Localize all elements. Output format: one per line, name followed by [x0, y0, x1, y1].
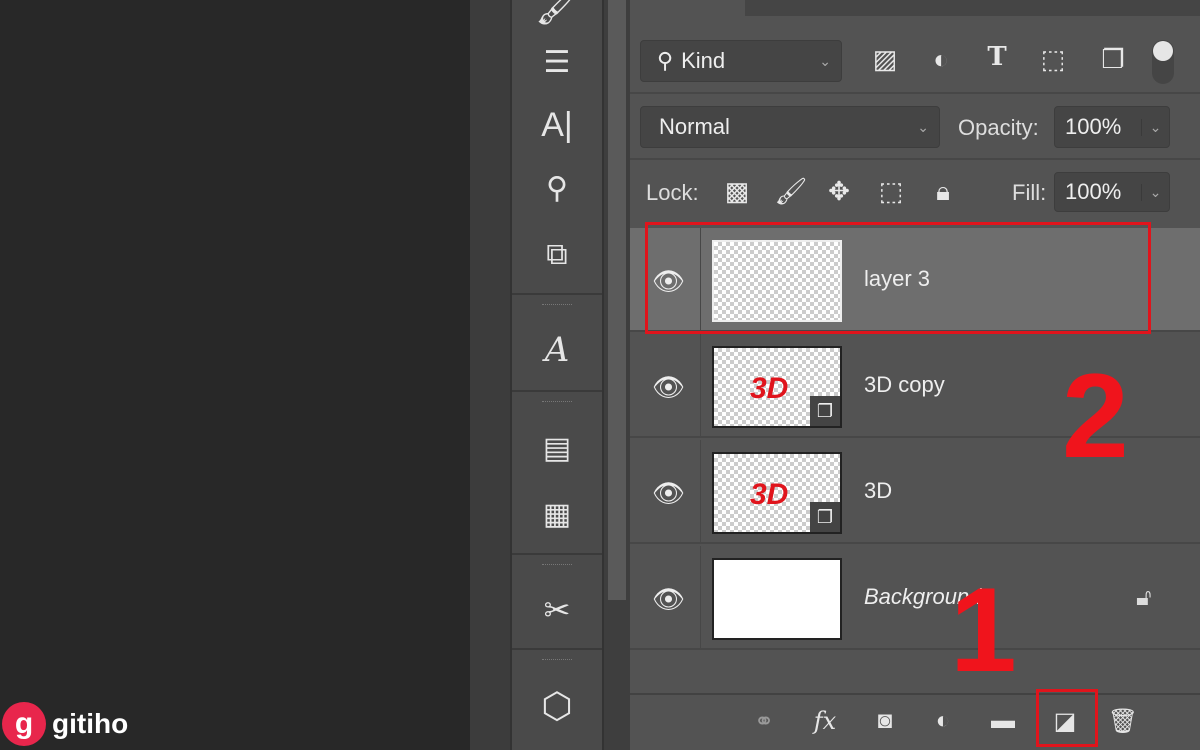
divider	[512, 293, 602, 295]
kind-filter-dropdown[interactable]: ⚲ Kind ⌄	[640, 40, 842, 82]
kind-label: Kind	[681, 48, 726, 73]
search-icon: ⚲	[657, 48, 674, 73]
scrollbar-thumb[interactable]	[608, 0, 626, 600]
character-panel-icon[interactable]: A|	[512, 95, 602, 155]
lock-transparent-pixels-icon[interactable]: ▩	[720, 176, 754, 207]
layer-thumbnail: 3D ❐	[712, 452, 842, 534]
layers-footer-toolbar: ⚭ fx ◙ ◐ ▬ ◪ 🗑︎	[630, 693, 1200, 750]
tool-presets-icon[interactable]: ✂	[512, 580, 602, 640]
layer-thumbnail: 3D ❐	[712, 346, 842, 428]
delete-layer-trash-icon[interactable]: 🗑︎	[1106, 707, 1140, 736]
fill-label: Fill:	[1012, 180, 1047, 205]
lock-position-move-icon[interactable]: ✥	[822, 176, 856, 207]
adjustment-layer-icon[interactable]: ◐	[926, 707, 960, 735]
divider	[512, 553, 602, 555]
shape-filter-icon[interactable]: ⬚	[1036, 44, 1070, 75]
document-canvas[interactable]	[0, 0, 470, 750]
smart-object-badge-icon: ❐	[810, 396, 840, 426]
smart-object-filter-icon[interactable]: ❐	[1096, 44, 1130, 75]
opacity-dropdown-chevron-icon[interactable]: ⌄	[1141, 118, 1169, 136]
divider	[630, 92, 1200, 94]
panel-tabs[interactable]	[745, 0, 1200, 16]
gitiho-logo: g gitiho	[2, 702, 128, 746]
notes-icon[interactable]: ▦	[512, 484, 602, 544]
lock-artboard-icon[interactable]: ⬚	[874, 176, 908, 207]
thumbnail-text: 3D	[750, 372, 789, 405]
thumbnail-text: 3D	[750, 478, 789, 511]
blend-mode-value: Normal	[659, 114, 730, 139]
lock-image-pixels-brush-icon[interactable]: 🖌	[774, 176, 808, 207]
opacity-field[interactable]: 100% ⌄	[1054, 106, 1170, 148]
layer-thumbnail	[712, 558, 842, 640]
grip-handle[interactable]	[542, 564, 572, 568]
visibility-eye-icon[interactable]: 👁︎	[652, 478, 685, 509]
glyphs-panel-icon[interactable]: A	[512, 320, 602, 380]
grip-handle[interactable]	[542, 659, 572, 663]
add-mask-icon[interactable]: ◙	[868, 707, 902, 735]
lock-all-icon[interactable]: 🔒︎	[926, 176, 960, 208]
smart-object-badge-icon: ❐	[810, 502, 840, 532]
divider	[700, 334, 701, 438]
annotation-highlight-new-layer-button	[1036, 689, 1098, 747]
grip-handle[interactable]	[542, 304, 572, 308]
clone-source-icon[interactable]: ⚲	[512, 158, 602, 218]
opacity-label: Opacity:	[958, 115, 1039, 140]
link-layers-icon[interactable]: ⚭	[747, 707, 781, 736]
filter-toggle[interactable]	[1152, 40, 1174, 84]
panel-gap	[470, 0, 510, 750]
fill-value: 100%	[1065, 179, 1122, 204]
divider	[512, 390, 602, 392]
layer-lock-icon[interactable]: 🔓︎	[1136, 584, 1152, 612]
divider	[700, 440, 701, 544]
3d-properties-icon[interactable]: ⧉	[512, 225, 602, 285]
type-filter-icon[interactable]: T	[980, 42, 1014, 72]
properties-icon[interactable]: ▤	[512, 418, 602, 478]
layer-name[interactable]: 3D	[864, 478, 892, 504]
fill-dropdown-chevron-icon[interactable]: ⌄	[1141, 183, 1169, 201]
annotation-step-2: 2	[1062, 349, 1129, 483]
brush-settings-icon[interactable]: ☰	[512, 32, 602, 92]
image-filter-icon[interactable]: ▨	[868, 44, 902, 75]
visibility-eye-icon[interactable]: 👁︎	[652, 584, 685, 615]
chevron-down-icon: ⌄	[917, 118, 929, 135]
3d-cube-icon[interactable]: ⬡	[512, 676, 602, 736]
adjustment-filter-icon[interactable]: ◐	[924, 44, 958, 75]
toggle-knob	[1153, 41, 1173, 61]
divider	[630, 158, 1200, 160]
logo-mark: g	[2, 702, 46, 746]
layer-row-background[interactable]: 👁︎ Background 🔓︎	[630, 546, 1200, 650]
lock-label: Lock:	[646, 180, 699, 205]
annotation-step-1: 1	[950, 563, 1017, 697]
layer-style-fx-icon[interactable]: fx	[808, 707, 842, 735]
panel-dock-toolbar: 🖌 ☰ A| ⚲ ⧉ A ▤ ▦ ✂ ⬡	[510, 0, 604, 750]
grip-handle[interactable]	[542, 401, 572, 405]
divider	[700, 546, 701, 650]
layer-name[interactable]: 3D copy	[864, 372, 945, 398]
fill-field[interactable]: 100% ⌄	[1054, 172, 1170, 212]
logo-text: gitiho	[52, 708, 129, 739]
visibility-eye-icon[interactable]: 👁︎	[652, 372, 685, 403]
blend-mode-dropdown[interactable]: Normal ⌄	[640, 106, 940, 148]
new-group-folder-icon[interactable]: ▬	[986, 707, 1020, 735]
opacity-value: 100%	[1065, 114, 1122, 139]
annotation-highlight-new-layer	[645, 222, 1151, 334]
divider	[512, 648, 602, 650]
chevron-down-icon: ⌄	[819, 52, 831, 69]
